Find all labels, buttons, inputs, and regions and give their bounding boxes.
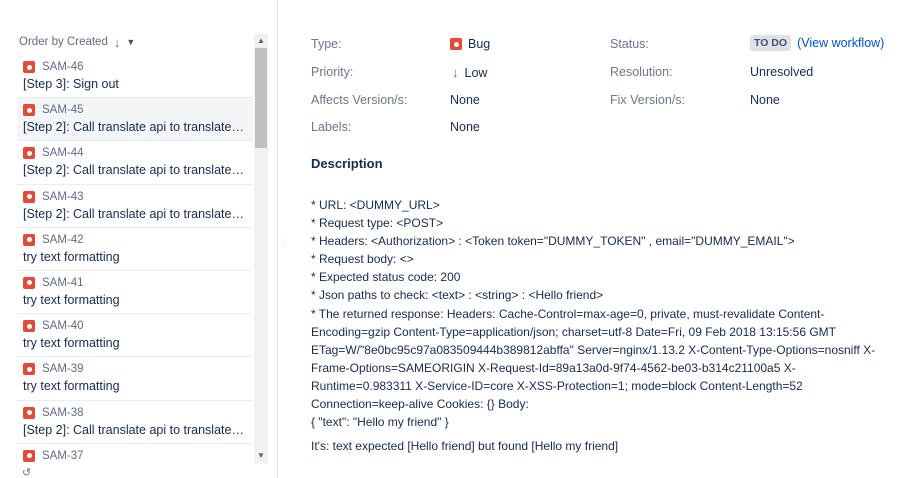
list-scrollbar[interactable]: ▲ ▼	[254, 34, 268, 464]
fix-version-label: Fix Version/s:	[610, 93, 686, 107]
sort-label[interactable]: Order by Created	[19, 36, 108, 48]
issue-key: SAM-38	[42, 406, 84, 419]
issue-key: SAM-40	[42, 320, 84, 333]
issue-key: SAM-45	[42, 104, 84, 117]
labels-label: Labels:	[311, 120, 352, 134]
list-item[interactable]: SAM-40 try text formatting	[17, 314, 253, 358]
issue-key: SAM-43	[42, 190, 84, 203]
issue-detail-panel: Type: Bug Priority: ↓ Low Affects Version…	[311, 0, 901, 478]
description-line: * Request body: <>	[311, 252, 414, 267]
issue-summary: [Step 2]: Call translate api to translat…	[23, 163, 246, 178]
scrollbar-thumb[interactable]	[255, 48, 267, 148]
issue-summary: [Step 2]: Call translate api to translat…	[23, 422, 246, 437]
list-item-selected[interactable]: SAM-45 [Step 2]: Call translate api to t…	[17, 98, 253, 142]
response-text: * The returned response: Headers: Cache-…	[311, 306, 876, 412]
bug-icon	[23, 320, 35, 333]
issue-list-panel: Order by Created ↓ ▼ SAM-46 [Step 3]: Si…	[0, 0, 278, 478]
bug-icon	[23, 449, 35, 462]
status-value: TO DO (View workflow)	[750, 35, 884, 51]
description-line: * Request type: <POST>	[311, 216, 444, 231]
issue-summary: [Step 2]: Call translate api to translat…	[23, 120, 246, 135]
type-label: Type:	[311, 37, 342, 51]
scroll-down-icon[interactable]: ▼	[257, 451, 265, 460]
bug-icon	[23, 406, 35, 419]
low-priority-icon: ↓	[452, 65, 459, 80]
issue-summary: try text formatting	[23, 249, 120, 264]
bug-icon	[450, 38, 462, 50]
type-text: Bug	[468, 37, 491, 51]
status-label: Status:	[610, 37, 649, 51]
result-text: It's: text expected [Hello friend] but f…	[311, 439, 619, 453]
description-line: * Json paths to check: <text> : <string>…	[311, 288, 604, 303]
bug-icon	[23, 104, 35, 117]
chevron-down-icon[interactable]: ▼	[126, 37, 135, 47]
issue-summary: try text formatting	[23, 336, 120, 351]
affects-version-value: None	[450, 93, 480, 107]
issue-summary: [Step 2]: Call translate api to translat…	[23, 206, 246, 221]
priority-label: Priority:	[311, 65, 354, 79]
resolution-value: Unresolved	[750, 65, 814, 79]
priority-value: ↓ Low	[452, 65, 487, 80]
labels-value: None	[450, 120, 480, 134]
description-body: * URL: <DUMMY_URL> * Request type: <POST…	[311, 196, 886, 431]
issue-key: SAM-41	[42, 276, 84, 289]
arrow-down-icon[interactable]: ↓	[114, 35, 121, 50]
issue-summary: [Step 3]: Sign out	[23, 77, 119, 91]
list-item[interactable]: SAM-43 [Step 2]: Call translate api to t…	[17, 185, 253, 228]
issue-key: SAM-42	[42, 233, 84, 246]
bug-icon	[23, 61, 35, 73]
issue-key: SAM-37	[42, 449, 84, 462]
affects-version-label: Affects Version/s:	[311, 93, 408, 107]
list-item[interactable]: SAM-42 try text formatting	[17, 228, 253, 271]
type-value: Bug	[450, 37, 490, 51]
sort-control[interactable]: Order by Created ↓ ▼	[19, 35, 135, 50]
list-item[interactable]: SAM-44 [Step 2]: Call translate api to t…	[17, 141, 253, 185]
scroll-up-icon[interactable]: ▲	[257, 36, 265, 45]
description-line: * Expected status code: 200	[311, 270, 461, 285]
priority-text: Low	[464, 65, 488, 80]
bug-icon	[23, 276, 35, 289]
fix-version-value: None	[750, 93, 780, 107]
issue-key: SAM-44	[42, 147, 84, 160]
status-badge: TO DO	[750, 35, 792, 51]
list-item[interactable]: SAM-37	[17, 444, 253, 465]
issue-key: SAM-46	[42, 61, 84, 73]
resize-handle-icon[interactable]: · · ·	[282, 234, 285, 250]
issue-summary: try text formatting	[23, 379, 120, 394]
list-item[interactable]: SAM-41 try text formatting	[17, 271, 253, 315]
list-item[interactable]: SAM-38 [Step 2]: Call translate api to t…	[17, 401, 253, 444]
view-workflow-link[interactable]: (View workflow)	[797, 36, 884, 50]
bug-icon	[23, 147, 35, 160]
issue-summary: try text formatting	[23, 292, 120, 307]
loading-spinner-icon: ↺	[22, 467, 32, 478]
description-line: * URL: <DUMMY_URL>	[311, 198, 440, 212]
bug-icon	[23, 363, 35, 376]
issue-key: SAM-39	[42, 363, 84, 376]
description-heading: Description	[311, 156, 383, 171]
bug-icon	[23, 190, 35, 203]
response-body: { "text": "Hello my friend" }	[311, 415, 449, 430]
bug-icon	[23, 233, 35, 246]
list-item[interactable]: SAM-39 try text formatting	[17, 357, 253, 401]
description-line: * Headers: <Authorization> : <Token toke…	[311, 234, 795, 249]
issue-list: SAM-46 [Step 3]: Sign out SAM-45 [Step 2…	[17, 55, 253, 465]
list-item[interactable]: SAM-46 [Step 3]: Sign out	[17, 55, 253, 99]
resolution-label: Resolution:	[610, 65, 673, 79]
